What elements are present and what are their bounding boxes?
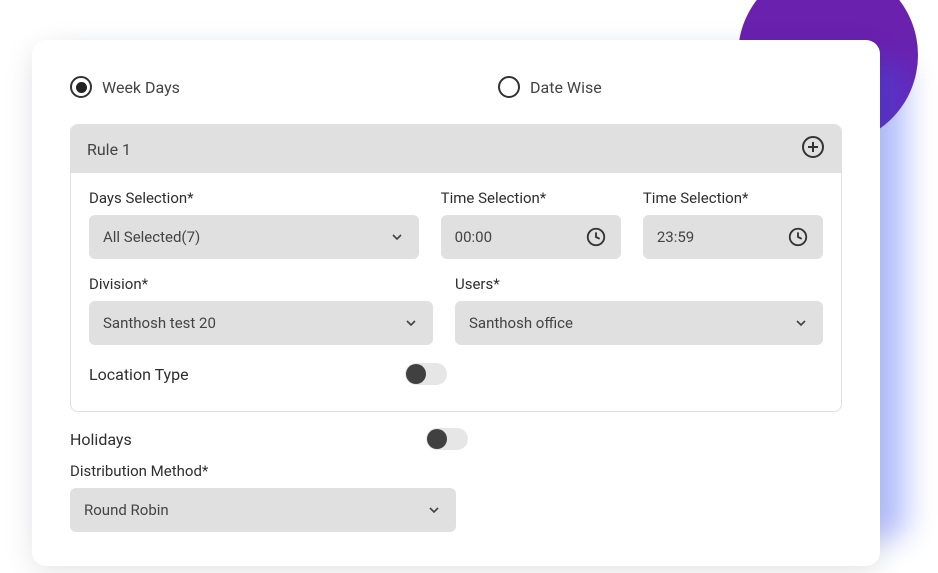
division-value: Santhosh test 20 (103, 314, 216, 332)
time-from-input[interactable]: 00:00 (441, 215, 621, 259)
schedule-type-group: Week Days Date Wise (70, 76, 842, 98)
location-type-toggle[interactable] (405, 363, 447, 385)
location-type-row: Location Type (89, 361, 447, 387)
rule-panel: Rule 1 Days Selection* All Selected(7) (70, 124, 842, 412)
toggle-knob (427, 429, 447, 449)
chevron-down-icon (793, 315, 809, 331)
time-to-input[interactable]: 23:59 (643, 215, 823, 259)
rule-body: Days Selection* All Selected(7) Time Sel… (71, 173, 841, 411)
chevron-down-icon (426, 502, 442, 518)
users-value: Santhosh office (469, 314, 573, 332)
radio-week-days-label: Week Days (102, 78, 180, 97)
add-rule-button[interactable] (801, 135, 825, 163)
division-field: Division* Santhosh test 20 (89, 275, 433, 345)
location-type-label: Location Type (89, 365, 189, 384)
users-label: Users* (455, 275, 823, 293)
rule-header: Rule 1 (71, 125, 841, 173)
distribution-field: Distribution Method* Round Robin (70, 462, 456, 532)
holidays-row: Holidays (70, 426, 468, 452)
rule-title: Rule 1 (87, 140, 131, 159)
distribution-select[interactable]: Round Robin (70, 488, 456, 532)
chevron-down-icon (389, 229, 405, 245)
days-selection-value: All Selected(7) (103, 228, 200, 246)
days-selection-label: Days Selection* (89, 189, 419, 207)
time-from-label: Time Selection* (441, 189, 621, 207)
time-to-label: Time Selection* (643, 189, 823, 207)
row-1: Days Selection* All Selected(7) Time Sel… (89, 189, 823, 259)
row-2: Division* Santhosh test 20 Users* Santho… (89, 275, 823, 345)
radio-icon-unselected (498, 76, 520, 98)
holidays-label: Holidays (70, 430, 132, 449)
days-selection-field: Days Selection* All Selected(7) (89, 189, 419, 259)
division-label: Division* (89, 275, 433, 293)
chevron-down-icon (403, 315, 419, 331)
radio-date-wise[interactable]: Date Wise (498, 76, 602, 98)
time-from-value: 00:00 (455, 228, 492, 246)
clock-icon (787, 226, 809, 248)
clock-icon (585, 226, 607, 248)
radio-week-days[interactable]: Week Days (70, 76, 498, 98)
days-selection-select[interactable]: All Selected(7) (89, 215, 419, 259)
users-select[interactable]: Santhosh office (455, 301, 823, 345)
holidays-toggle[interactable] (426, 428, 468, 450)
radio-icon-selected (70, 76, 92, 98)
users-field: Users* Santhosh office (455, 275, 823, 345)
toggle-knob (406, 364, 426, 384)
plus-circle-icon (801, 135, 825, 159)
time-to-value: 23:59 (657, 228, 694, 246)
time-to-field: Time Selection* 23:59 (643, 189, 823, 259)
time-from-field: Time Selection* 00:00 (441, 189, 621, 259)
radio-date-wise-label: Date Wise (530, 78, 602, 97)
settings-card: Week Days Date Wise Rule 1 Days Selectio… (32, 40, 880, 566)
division-select[interactable]: Santhosh test 20 (89, 301, 433, 345)
distribution-label: Distribution Method* (70, 462, 456, 480)
distribution-value: Round Robin (84, 501, 169, 519)
